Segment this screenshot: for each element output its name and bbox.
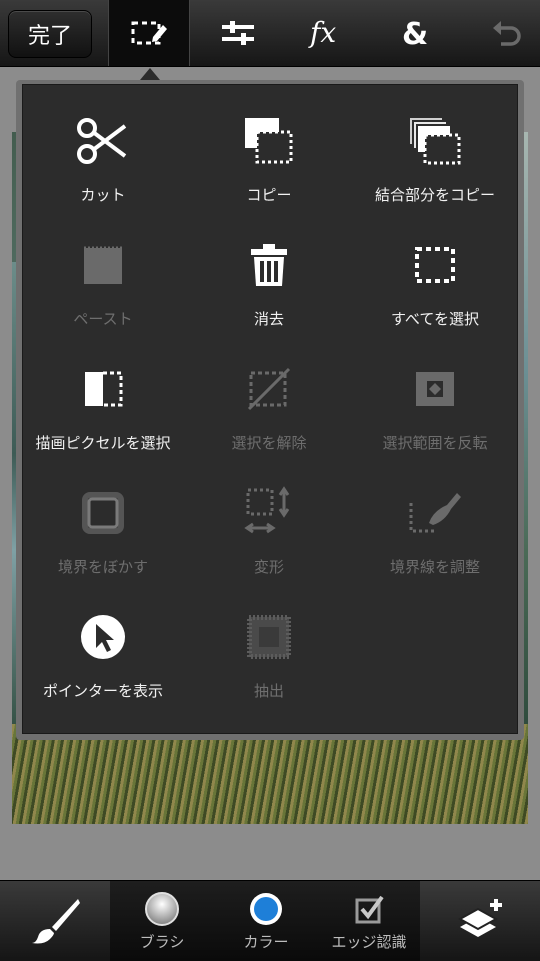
scissors-icon — [77, 117, 127, 164]
fx-icon: fx — [308, 16, 336, 49]
brush-tool-button[interactable] — [0, 881, 110, 961]
layers-button[interactable] — [420, 881, 540, 961]
transform-icon — [244, 485, 290, 533]
menu-item-label: コピー — [246, 186, 292, 204]
invert-selection-icon — [416, 371, 454, 406]
menu-item-extract[interactable]: 抽出 — [189, 581, 349, 701]
edge-detection-toggle[interactable]: エッジ認識 — [318, 881, 420, 961]
selection-menu: カット コピー 結合部分をコピー ペースト 消去 すべてを選択 描画ピクセルを選… — [22, 84, 518, 734]
extract-icon — [247, 614, 291, 659]
marquee-pencil-icon — [131, 21, 167, 45]
sliders-icon — [222, 21, 254, 45]
menu-item-show-pointer[interactable]: ポインターを表示 — [23, 581, 183, 701]
menu-item-invert-selection[interactable]: 選択範囲を反転 — [355, 333, 515, 453]
menu-item-copy[interactable]: コピー — [189, 85, 349, 205]
menu-item-deselect[interactable]: 選択を解除 — [189, 333, 349, 453]
menu-item-label: 選択範囲を反転 — [382, 434, 488, 452]
menu-item-transform[interactable]: 変形 — [189, 457, 349, 577]
svg-text:&: & — [402, 17, 428, 51]
color-button[interactable]: カラー — [214, 881, 318, 961]
menu-item-cut[interactable]: カット — [23, 85, 183, 205]
copy-icon — [245, 117, 293, 163]
paste-icon — [84, 246, 122, 284]
menu-item-label: 選択を解除 — [231, 434, 307, 452]
menu-item-label: 境界線を調整 — [389, 558, 480, 576]
copy-merged-icon — [408, 115, 461, 164]
layers-add-icon — [457, 899, 502, 937]
undo-button[interactable] — [466, 0, 540, 66]
menu-item-label: 抽出 — [253, 682, 284, 700]
deselect-icon — [247, 367, 291, 410]
svg-text:fx: fx — [308, 16, 336, 49]
menu-item-label: すべてを選択 — [390, 310, 480, 328]
menu-item-label: 変形 — [253, 558, 284, 576]
menu-item-clear[interactable]: 消去 — [189, 209, 349, 329]
feather-icon — [82, 491, 124, 534]
paintbrush-icon — [32, 899, 80, 944]
pointer-icon — [81, 614, 125, 659]
brush-options-group: ブラシ カラー エッジ認識 — [110, 881, 420, 961]
refine-edge-icon — [409, 492, 461, 532]
select-all-icon — [415, 246, 455, 283]
selection-tool-button[interactable] — [108, 0, 190, 66]
trash-icon — [251, 243, 287, 286]
ampersand-icon: & — [402, 17, 428, 51]
menu-item-label: ペースト — [73, 310, 133, 328]
menu-item-select-all[interactable]: すべてを選択 — [355, 209, 515, 329]
menu-item-feather[interactable]: 境界をぼかす — [23, 457, 183, 577]
checkbox-icon — [355, 895, 384, 924]
bottom-toolbar: ブラシ カラー エッジ認識 — [0, 880, 540, 961]
edge-detection-label: エッジ認識 — [331, 933, 407, 951]
color-swatch-icon — [250, 893, 282, 925]
color-label: カラー — [243, 933, 289, 951]
done-button[interactable]: 完了 — [8, 10, 92, 58]
menu-item-copy-merged[interactable]: 結合部分をコピー — [355, 85, 515, 205]
menu-item-select-pixels[interactable]: 描画ピクセルを選択 — [23, 333, 183, 453]
menu-item-label: カット — [80, 186, 126, 204]
top-toolbar: 完了 fx & — [0, 0, 540, 67]
menu-item-paste[interactable]: ペースト — [23, 209, 183, 329]
menu-item-label: ポインターを表示 — [42, 682, 163, 700]
menu-item-refine-edge[interactable]: 境界線を調整 — [355, 457, 515, 577]
menu-item-label: 境界をぼかす — [57, 558, 148, 576]
blend-tool-button[interactable]: & — [376, 0, 456, 66]
select-pixels-icon — [85, 371, 123, 406]
brush-label: ブラシ — [139, 933, 185, 951]
brush-settings-button[interactable]: ブラシ — [110, 881, 214, 961]
adjust-tool-button[interactable] — [198, 0, 278, 66]
popover-arrow — [140, 68, 160, 80]
menu-item-label: 描画ピクセルを選択 — [35, 434, 171, 452]
undo-icon — [493, 21, 521, 46]
menu-item-label: 結合部分をコピー — [374, 186, 495, 204]
menu-item-label: 消去 — [253, 310, 284, 328]
brush-size-icon — [145, 892, 179, 926]
effects-tool-button[interactable]: fx — [286, 0, 366, 66]
